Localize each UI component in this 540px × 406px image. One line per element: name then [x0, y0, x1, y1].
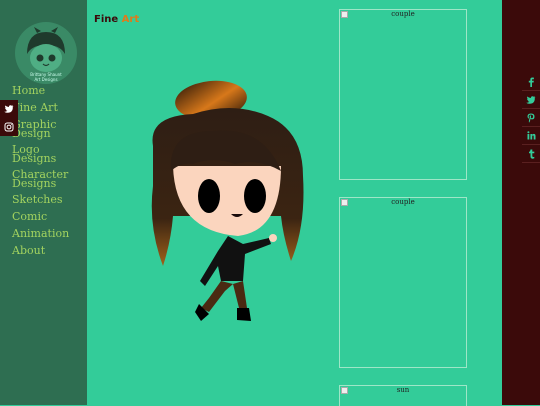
pinterest-icon[interactable] — [522, 109, 540, 127]
thumbnail-alt-text: couple — [391, 198, 415, 206]
page-title: Fine Art — [94, 14, 139, 25]
featured-artwork[interactable] — [143, 76, 313, 326]
page-title-part2: Art — [121, 14, 140, 25]
thumbnail-alt-text: couple — [391, 10, 415, 18]
logo[interactable]: Brittany Shaunt Art Designs — [15, 22, 77, 84]
nav-animation[interactable]: Animation — [12, 228, 69, 239]
thumbnail-alt-text: sun — [396, 386, 410, 394]
linkedin-icon[interactable] — [522, 127, 540, 145]
sidebar: Brittany Shaunt Art Designs Home Fine Ar… — [0, 0, 87, 405]
nav-sketches[interactable]: Sketches — [12, 194, 63, 205]
nav-home[interactable]: Home — [12, 85, 45, 96]
twitter-icon[interactable] — [0, 100, 18, 118]
nav-about[interactable]: About — [12, 245, 45, 256]
chibi-girl-illustration — [151, 80, 304, 321]
gallery-thumbnail-2[interactable]: couple — [339, 197, 467, 368]
gallery-thumbnail-3[interactable]: sun — [339, 385, 467, 406]
gallery-thumbnail-1[interactable]: couple — [339, 9, 467, 180]
page-title-part1: Fine — [94, 14, 122, 25]
nav-comic[interactable]: Comic — [12, 211, 47, 222]
nav-fine-art[interactable]: Fine Art — [12, 102, 58, 113]
logo-subtitle-2: Art Designs — [34, 77, 58, 82]
nav-logo-designs[interactable]: Logo Designs — [12, 144, 62, 164]
twitter-icon[interactable] — [522, 91, 540, 109]
right-social-bar — [502, 0, 540, 405]
nav-character-designs[interactable]: Character Designs — [12, 169, 68, 189]
facebook-icon[interactable] — [522, 73, 540, 91]
tumblr-icon[interactable] — [522, 145, 540, 163]
nav-graphic-design[interactable]: Graphic Design — [12, 119, 62, 139]
instagram-icon[interactable] — [0, 118, 18, 136]
